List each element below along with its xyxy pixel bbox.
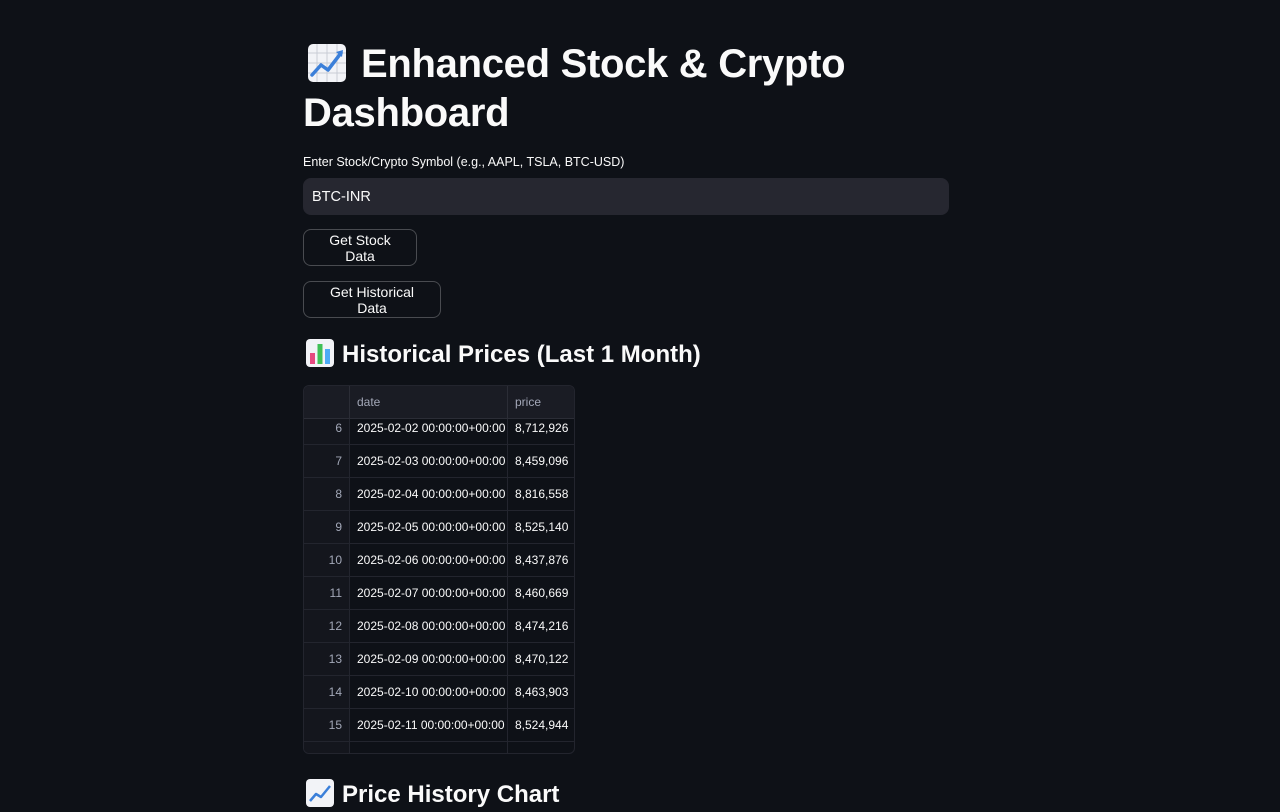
- historical-prices-table[interactable]: 6 2025-02-02 00:00:00+00:00 8,712,926 7 2025…: [303, 385, 575, 754]
- index-column-header[interactable]: [304, 386, 350, 418]
- table-row[interactable]: 12 2025-02-08 00:00:00+00:00 8,474,216: [304, 610, 574, 643]
- date-cell[interactable]: 2025-02-06 00:00:00+00:00: [350, 544, 508, 576]
- date-cell[interactable]: 2025-02-07 00:00:00+00:00: [350, 577, 508, 609]
- price-history-chart-heading: Price History Chart: [303, 778, 559, 812]
- date-column-header[interactable]: date: [350, 386, 508, 418]
- table-body: 6 2025-02-02 00:00:00+00:00 8,712,926 7 2025…: [304, 412, 574, 753]
- price-cell[interactable]: 8,524,944: [508, 709, 574, 741]
- table-row[interactable]: 162025-02-12 00:00:00+00:008,311,973.5: [304, 742, 574, 753]
- date-cell[interactable]: 2025-02-12 00:00:00+00:00: [350, 742, 508, 753]
- price-cell[interactable]: 8,459,096: [508, 445, 574, 477]
- chart-increasing-icon: [308, 44, 346, 82]
- date-cell[interactable]: 2025-02-11 00:00:00+00:00: [350, 709, 508, 741]
- page-title-text: Enhanced Stock & Crypto Dashboard: [303, 42, 846, 135]
- price-cell[interactable]: 8,474,216: [508, 610, 574, 642]
- historical-prices-heading: Historical Prices (Last 1 Month): [303, 338, 701, 372]
- row-index-cell[interactable]: 14: [304, 676, 350, 708]
- table-row[interactable]: 15 2025-02-11 00:00:00+00:00 8,524,944: [304, 709, 574, 742]
- row-index-cell[interactable]: 8: [304, 478, 350, 510]
- row-index-cell[interactable]: 13: [304, 643, 350, 675]
- symbol-input-label: Enter Stock/Crypto Symbol (e.g., AAPL, T…: [303, 155, 625, 169]
- price-history-chart-heading-text: Price History Chart: [342, 781, 560, 808]
- date-cell[interactable]: 2025-02-08 00:00:00+00:00: [350, 610, 508, 642]
- price-cell[interactable]: 8,460,669: [508, 577, 574, 609]
- page-title: Enhanced Stock & Crypto Dashboard: [303, 40, 903, 138]
- table-row[interactable]: 9 2025-02-05 00:00:00+00:00 8,525,140: [304, 511, 574, 544]
- table-row[interactable]: 10 2025-02-06 00:00:00+00:00 8,437,876: [304, 544, 574, 577]
- table-row[interactable]: 14 2025-02-10 00:00:00+00:00 8,463,903: [304, 676, 574, 709]
- row-index-cell[interactable]: 16: [304, 742, 350, 753]
- price-cell[interactable]: 8,816,558: [508, 478, 574, 510]
- price-cell[interactable]: 8,525,140: [508, 511, 574, 543]
- price-cell[interactable]: 8,437,876: [508, 544, 574, 576]
- row-index-cell[interactable]: 10: [304, 544, 350, 576]
- date-cell[interactable]: 2025-02-10 00:00:00+00:00: [350, 676, 508, 708]
- symbol-input[interactable]: [303, 178, 949, 215]
- row-index-cell[interactable]: 7: [304, 445, 350, 477]
- historical-prices-heading-text: Historical Prices (Last 1 Month): [342, 341, 701, 368]
- row-index-cell[interactable]: 11: [304, 577, 350, 609]
- row-index-cell[interactable]: 15: [304, 709, 350, 741]
- get-stock-data-button[interactable]: Get Stock Data: [303, 229, 417, 266]
- table-row[interactable]: 13 2025-02-09 00:00:00+00:00 8,470,122: [304, 643, 574, 676]
- table-header: date price: [304, 386, 574, 419]
- table-row[interactable]: 7 2025-02-03 00:00:00+00:00 8,459,096: [304, 445, 574, 478]
- date-cell[interactable]: 2025-02-09 00:00:00+00:00: [350, 643, 508, 675]
- price-cell[interactable]: 8,470,122: [508, 643, 574, 675]
- date-cell[interactable]: 2025-02-05 00:00:00+00:00: [350, 511, 508, 543]
- get-historical-data-button[interactable]: Get Historical Data: [303, 281, 441, 318]
- chart-increasing-icon: [306, 779, 334, 807]
- table-row[interactable]: 8 2025-02-04 00:00:00+00:00 8,816,558: [304, 478, 574, 511]
- date-cell[interactable]: 2025-02-03 00:00:00+00:00: [350, 445, 508, 477]
- date-cell[interactable]: 2025-02-04 00:00:00+00:00: [350, 478, 508, 510]
- table-row[interactable]: 11 2025-02-07 00:00:00+00:00 8,460,669: [304, 577, 574, 610]
- row-index-cell[interactable]: 12: [304, 610, 350, 642]
- row-index-cell[interactable]: 9: [304, 511, 350, 543]
- bar-chart-icon: [306, 339, 334, 367]
- price-column-header[interactable]: price: [508, 386, 574, 418]
- price-cell[interactable]: 8,463,903: [508, 676, 574, 708]
- price-cell[interactable]: 8,311,973.5: [508, 742, 574, 753]
